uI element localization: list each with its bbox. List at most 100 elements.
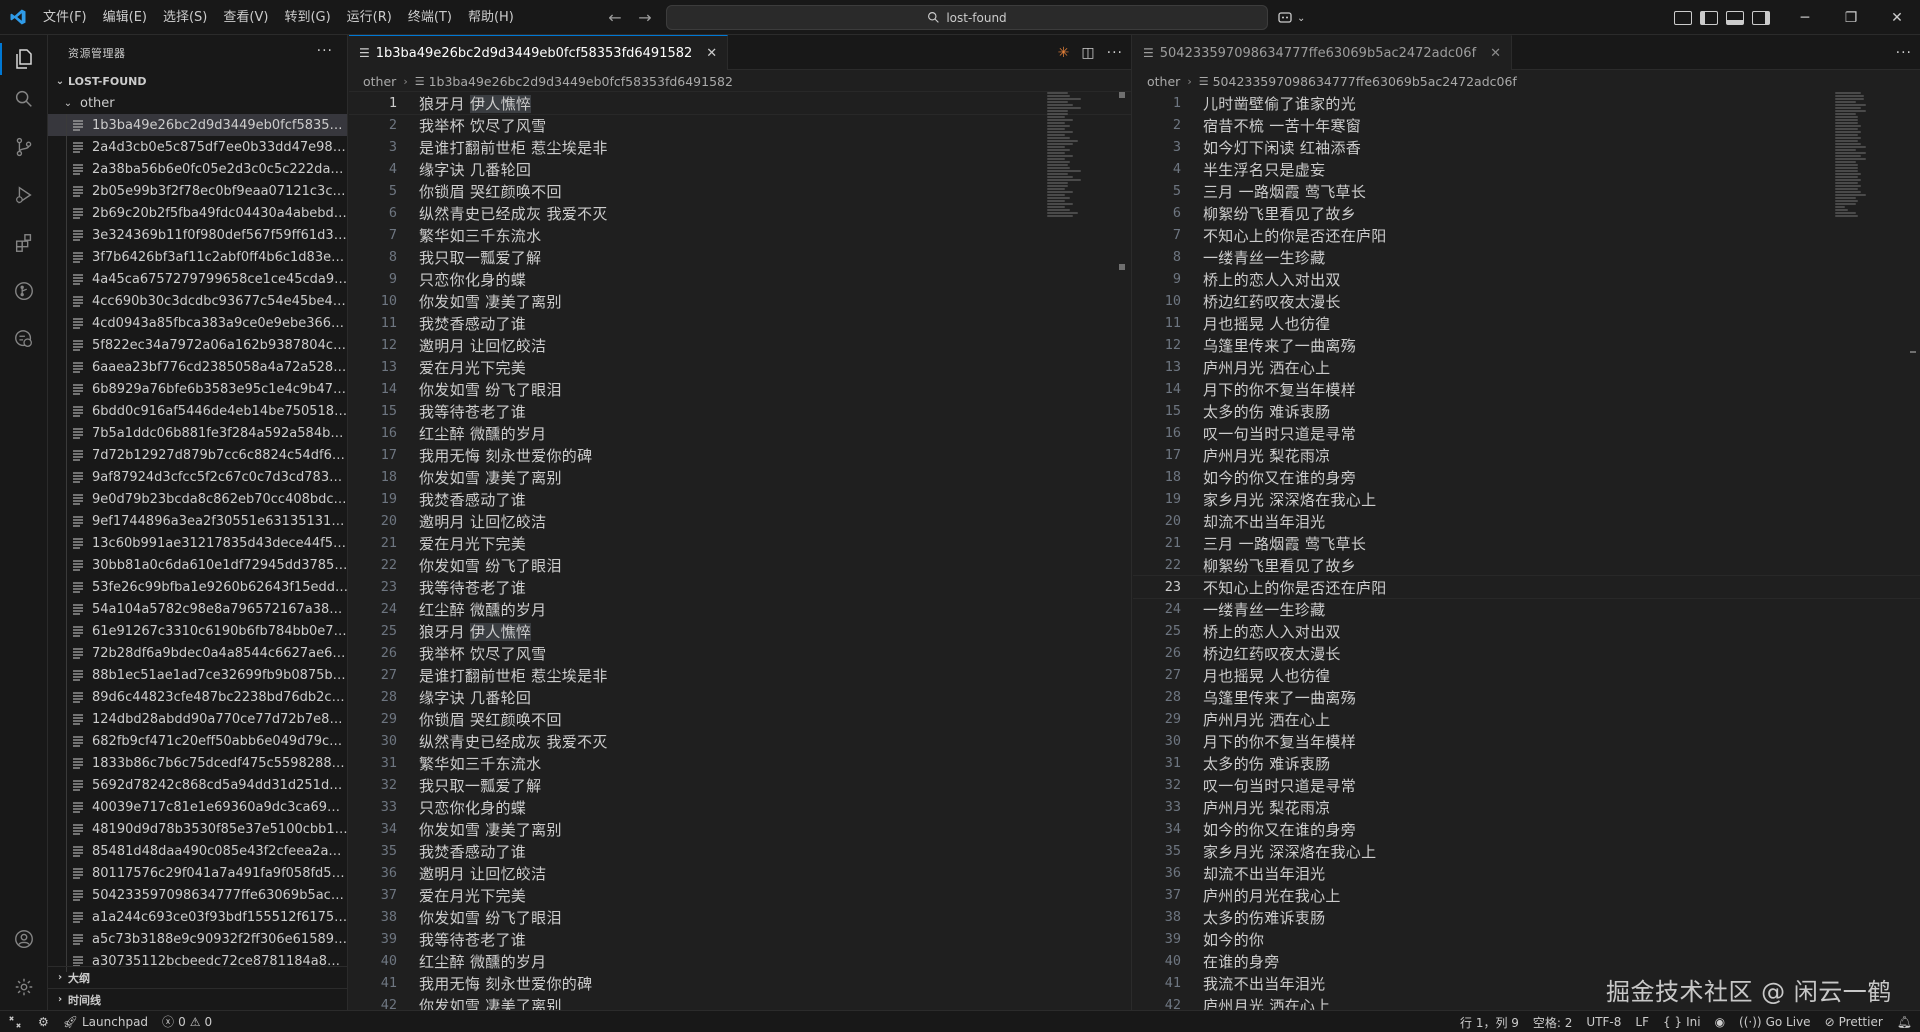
code-line[interactable]: 21 爱在月光下完美 [349,532,1131,554]
code-line[interactable]: 37 爱在月光下完美 [349,884,1131,906]
code-line[interactable]: 13 爱在月光下完美 [349,356,1131,378]
file-item[interactable]: 6bdd0c916af5446de4eb14be75051892ab10… [48,400,347,422]
timeline-section-header[interactable]: › 时间线 [48,988,347,1010]
code-line[interactable]: 8 我只取一瓢爱了解 [349,246,1131,268]
code-line[interactable]: 24 红尘醉 微醺的岁月 [349,598,1131,620]
copilot-menu-icon[interactable]: ⌄ [1278,7,1312,29]
accounts-sync-icon[interactable]: ⚙ [38,1015,49,1029]
run-debug-icon[interactable] [0,171,48,219]
end-of-line[interactable]: LF [1635,1015,1649,1029]
code-line[interactable]: 35 我焚香感动了谁 [349,840,1131,862]
code-line[interactable]: 28 缘字诀 几番轮回 [349,686,1131,708]
file-item[interactable]: 4cd0943a85fbca383a9ce0e9ebe36611074ff… [48,312,347,334]
code-line[interactable]: 14 你发如雪 纷飞了眼泪 [349,378,1131,400]
copilot-status-icon[interactable]: ◉ [1715,1015,1725,1029]
code-line[interactable]: 29 庐州月光 洒在心上 [1133,708,1920,730]
vertical-scrollbar-right[interactable] [1906,92,1920,1010]
code-line[interactable]: 34 如今的你又在谁的身旁 [1133,818,1920,840]
code-editor-right[interactable]: 1 儿时凿壁偷了谁家的光 2 宿昔不梳 一苦十年寒窗 3 如今灯下闲读 红袖添香 4 半生浮名… [1133,92,1920,1010]
file-item[interactable]: 9af87924d3cfcc5f2c67c0c7d3cd783c0c76af52 [48,466,347,488]
file-item[interactable]: 30bb81a0c6da610e1df72945dd3785f4456c… [48,554,347,576]
breadcrumb-folder[interactable]: other [1147,74,1180,89]
code-line[interactable]: 20 却流不出当年泪光 [1133,510,1920,532]
toggle-secondary-sidebar-icon[interactable] [1752,10,1770,25]
code-line[interactable]: 12 乌篷里传来了一曲离殇 [1133,334,1920,356]
close-window-button[interactable]: ✕ [1874,0,1920,35]
code-line[interactable]: 4 半生浮名只是虚妄 [1133,158,1920,180]
vertical-scrollbar-left[interactable] [1115,92,1129,1010]
encoding[interactable]: UTF-8 [1586,1015,1621,1029]
extensions-icon[interactable] [0,219,48,267]
more-actions-icon[interactable]: ··· [317,43,333,59]
close-tab-icon[interactable]: ✕ [706,46,717,61]
notifications-bell-icon[interactable]: 🔔︎ [1897,1015,1912,1029]
copilot-sparkle-icon[interactable]: ✳ [1058,45,1070,61]
split-editor-icon[interactable]: ◫ [1081,45,1094,61]
breadcrumb-file[interactable]: 504233597098634777ffe63069b5ac2472adc06f [1213,74,1517,89]
code-line[interactable]: 37 庐州的月光在我心上 [1133,884,1920,906]
menu-item[interactable]: 转到(G) [276,0,338,35]
workspace-folder-header[interactable]: ⌄ LOST-FOUND [48,70,347,92]
more-actions-icon[interactable]: ··· [1107,45,1123,61]
code-line[interactable]: 38 太多的伤难诉衷肠 [1133,906,1920,928]
menu-item[interactable]: 文件(F) [35,0,95,35]
code-line[interactable]: 3 是谁打翻前世柜 惹尘埃是非 [349,136,1131,158]
code-line[interactable]: 39 如今的你 [1133,928,1920,950]
code-line[interactable]: 42 你发如雪 凄美了离别 [349,994,1131,1011]
file-item[interactable]: 3f7b6426bf3af11c2abf0ff4b6c1d83e681a25… [48,246,347,268]
file-item[interactable]: 5692d78242c868cd5a94dd31d251d9fc7255… [48,774,347,796]
forward-arrow-icon[interactable]: → [634,8,656,27]
code-line[interactable]: 16 红尘醉 微醺的岁月 [349,422,1131,444]
code-line[interactable]: 22 你发如雪 纷飞了眼泪 [349,554,1131,576]
source-control-icon[interactable] [0,123,48,171]
file-item[interactable]: 72b28df6a9bdec0a4a8544c6627ae6ca217a… [48,642,347,664]
code-line[interactable]: 39 我等待苍老了谁 [349,928,1131,950]
file-item[interactable]: 124dbd28abdd90a770ce77d72b7e809c53c… [48,708,347,730]
code-line[interactable]: 12 邀明月 让回忆皎洁 [349,334,1131,356]
file-item[interactable]: 6aaea23bf776cd2385058a4a72a52853fcc0f… [48,356,347,378]
code-line[interactable]: 27 是谁打翻前世柜 惹尘埃是非 [349,664,1131,686]
file-item[interactable]: 54a104a5782c98e8a796572167a38011c080… [48,598,347,620]
problems-item[interactable]: ⓧ 0 ⚠ 0 [162,1013,212,1030]
search-icon[interactable] [0,75,48,123]
code-line[interactable]: 32 叹一句当时只道是寻常 [1133,774,1920,796]
code-line[interactable]: 15 我等待苍老了谁 [349,400,1131,422]
file-item[interactable]: 4a45ca6757279799658ce1ce45cda98d9f46… [48,268,347,290]
file-item[interactable]: 6b8929a76bfe6b3583e95c1e4c9b477fa904f… [48,378,347,400]
code-line[interactable]: 41 我用无悔 刻永世爱你的碑 [349,972,1131,994]
code-editor-left[interactable]: 1 狼牙月 伊人憔悴 2 我举杯 饮尽了风雪 3 是谁打翻前世柜 惹尘埃是非 4 缘字诀 几番… [349,91,1131,1011]
folder-other[interactable]: ⌄ other [48,92,347,114]
file-item[interactable]: 2a4d3cb0e5c875df7ee0b33dd47e98288bc5… [48,136,347,158]
cursor-position[interactable]: 行 1，列 9 [1460,1014,1519,1031]
remote-indicator-icon[interactable] [0,1011,30,1032]
outline-section-header[interactable]: › 大纲 [48,966,347,988]
menu-item[interactable]: 选择(S) [155,0,215,35]
minimize-button[interactable]: ─ [1782,0,1828,35]
code-line[interactable]: 36 却流不出当年泪光 [1133,862,1920,884]
code-line[interactable]: 21 三月 一路烟霞 莺飞草长 [1133,532,1920,554]
file-item[interactable]: 1833b86c7b6c75dcedf475c559828849ea9f… [48,752,347,774]
code-line[interactable]: 10 你发如雪 凄美了离别 [349,290,1131,312]
code-line[interactable]: 5 你锁眉 哭红颜唤不回 [349,180,1131,202]
code-line[interactable]: 18 如今的你又在谁的身旁 [1133,466,1920,488]
menu-item[interactable]: 运行(R) [339,0,400,35]
remote-explorer-icon[interactable] [0,315,48,363]
code-line[interactable]: 29 你锁眉 哭红颜唤不回 [349,708,1131,730]
file-item[interactable]: 88b1ec51ae1ad7ce32699fb9b0875b49e93c… [48,664,347,686]
code-line[interactable]: 32 我只取一瓢爱了解 [349,774,1131,796]
code-line[interactable]: 4 缘字诀 几番轮回 [349,158,1131,180]
breadcrumb-folder[interactable]: other [363,74,396,89]
code-line[interactable]: 27 月也摇晃 人也彷徨 [1133,664,1920,686]
customize-layout-icon[interactable] [1674,10,1692,25]
code-line[interactable]: 26 我举杯 饮尽了风雪 [349,642,1131,664]
file-item[interactable]: 4cc690b30c3dcdbc93677c54e45be44071db… [48,290,347,312]
restore-button[interactable]: ❐ [1828,0,1874,35]
breadcrumb-file[interactable]: 1b3ba49e26bc2d9d3449eb0fcf58353fd6491582 [429,74,733,89]
code-line[interactable]: 7 繁华如三千东流水 [349,224,1131,246]
code-line[interactable]: 15 太多的伤 难诉衷肠 [1133,400,1920,422]
code-line[interactable]: 5 三月 一路烟霞 莺飞草长 [1133,180,1920,202]
code-line[interactable]: 16 叹一句当时只道是寻常 [1133,422,1920,444]
code-line[interactable]: 25 桥上的恋人入对出双 [1133,620,1920,642]
git-graph-icon[interactable] [0,267,48,315]
back-arrow-icon[interactable]: ← [604,8,626,27]
